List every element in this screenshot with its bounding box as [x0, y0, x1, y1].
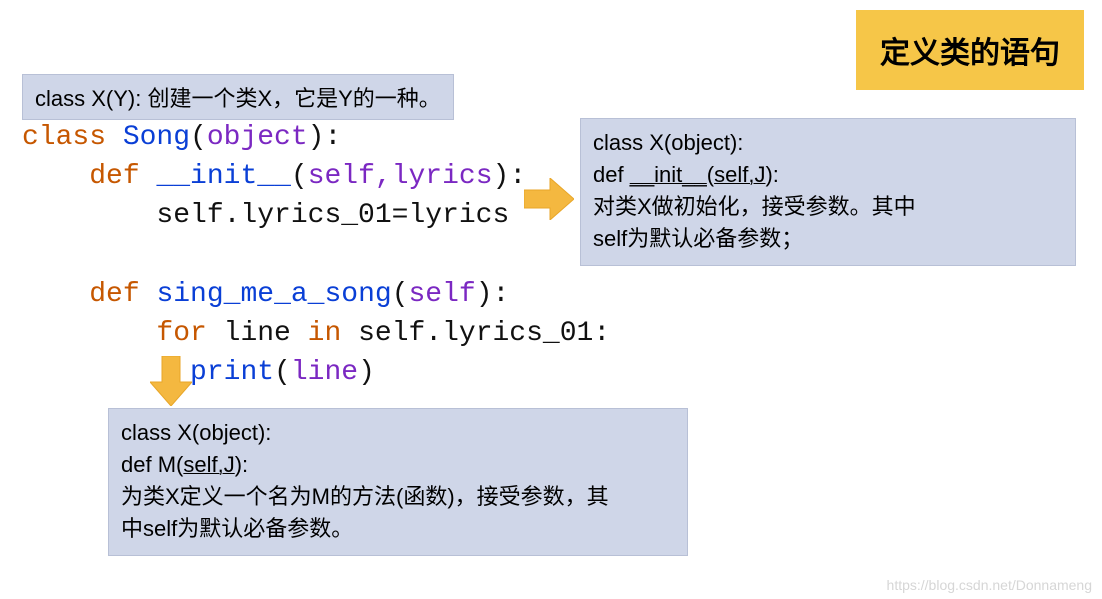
annot-right-line3: 对类X做初始化，接受参数。其中: [593, 191, 1063, 223]
keyword-for: for: [156, 318, 206, 349]
code-block: class Song(object): def __init__(self,ly…: [22, 118, 610, 392]
print-arg: line: [291, 357, 358, 388]
keyword-def-1: def: [89, 161, 139, 192]
annotation-right: class X(object): def __init__(self,J): 对…: [580, 118, 1076, 266]
keyword-class: class: [22, 122, 106, 153]
init-args: self,lyrics: [308, 161, 493, 192]
arrow-down-icon: [150, 356, 192, 411]
for-var: line: [207, 318, 308, 349]
method-args: self: [409, 279, 476, 310]
init-paren-open: (: [291, 161, 308, 192]
annot-bottom-line4: 中self为默认必备参数。: [121, 513, 675, 545]
paren-close: ):: [308, 122, 342, 153]
print-open: (: [274, 357, 291, 388]
annot-bottom-line3: 为类X定义一个名为M的方法(函数)，接受参数，其: [121, 481, 675, 513]
watermark: https://blog.csdn.net/Donnameng: [887, 577, 1092, 593]
init-name: __init__: [140, 161, 291, 192]
annotation-top: class X(Y): 创建一个类X，它是Y的一种。: [22, 74, 454, 120]
annot-right-line4: self为默认必备参数；: [593, 223, 1063, 255]
keyword-def-2: def: [89, 279, 139, 310]
keyword-in: in: [308, 318, 342, 349]
annot-right-line1: class X(object):: [593, 127, 1063, 159]
class-arg: object: [207, 122, 308, 153]
annotation-bottom: class X(object): def M(self,J): 为类X定义一个名…: [108, 408, 688, 556]
method-paren-close: ):: [476, 279, 510, 310]
annot-bottom-line1: class X(object):: [121, 417, 675, 449]
watermark-text: https://blog.csdn.net/Donnameng: [887, 577, 1092, 593]
init-paren-close: ):: [493, 161, 527, 192]
annot-right-line2: def __init__(self,J):: [593, 159, 1063, 191]
method-name: sing_me_a_song: [140, 279, 392, 310]
title-text: 定义类的语句: [880, 37, 1060, 70]
init-body: self.lyrics_01=lyrics: [156, 200, 509, 231]
paren-open: (: [190, 122, 207, 153]
for-iter: self.lyrics_01:: [341, 318, 610, 349]
print-fn: print: [190, 357, 274, 388]
arrow-right-icon: [524, 178, 574, 225]
class-name: Song: [106, 122, 190, 153]
method-paren-open: (: [392, 279, 409, 310]
print-close: ): [358, 357, 375, 388]
annotation-top-text: class X(Y): 创建一个类X，它是Y的一种。: [35, 86, 441, 111]
page-title: 定义类的语句: [856, 10, 1084, 90]
annot-bottom-line2: def M(self,J):: [121, 449, 675, 481]
